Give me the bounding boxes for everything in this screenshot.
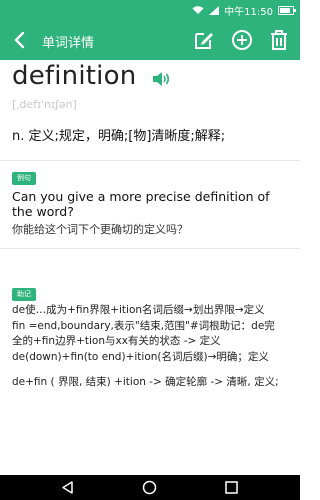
definition-text: n. 定义;规定，明确;[物]清晰度;解释;: [12, 129, 226, 144]
nav-recents-icon[interactable]: [224, 480, 239, 495]
divider: [0, 160, 300, 161]
mnemonic-line: 全的+fin边界+tion与xx有关的状态 -> 定义: [12, 335, 221, 347]
delete-icon[interactable]: [268, 29, 290, 51]
battery-icon: [278, 6, 296, 15]
status-bar: 中午11:50: [0, 0, 300, 20]
wifi-icon: [192, 6, 204, 14]
back-arrow-icon[interactable]: [10, 30, 30, 50]
mnemonic-line: de使…成为+fin界限+ition名词后缀→划出界限→定义: [12, 304, 265, 316]
mnemonic-line: de(down)+fin(to end)+ition(名词后缀)→明确；定义: [12, 350, 269, 363]
mnemonic-line: fin =end,boundary,表示"结束,范围"#词根助记：de完: [12, 319, 275, 332]
status-time: 中午11:50: [224, 7, 273, 18]
navigation-bar: [0, 475, 300, 500]
speaker-icon[interactable]: [152, 71, 170, 87]
example-english: Can you give a more precise definition o…: [12, 189, 270, 219]
add-icon[interactable]: [231, 29, 253, 51]
battery-level: [280, 8, 291, 13]
phonetic: [ˌdefɪˈnɪʃən]: [12, 98, 77, 111]
app-bar: 单词详情: [0, 20, 300, 60]
divider: [0, 248, 300, 249]
signal-icon: [209, 6, 220, 15]
mnemonic-line: de+fin ( 界限, 结束) +ition -> 确定轮廓 -> 清晰, 定…: [12, 376, 279, 388]
page-title: 单词详情: [42, 36, 95, 51]
mnemonic-notes: de使…成为+fin界限+ition名词后缀→划出界限→定义 fin =end,…: [12, 303, 294, 391]
example-chinese: 你能给这个词下个更确切的定义吗？: [12, 223, 188, 236]
nav-home-icon[interactable]: [142, 480, 157, 495]
example-tag: 例句: [12, 172, 36, 185]
mnemonic-tag: 助记: [12, 288, 36, 301]
edit-icon[interactable]: [193, 29, 215, 51]
nav-back-icon[interactable]: [60, 480, 75, 495]
word-title: definition: [12, 61, 137, 91]
status-icons: 中午11:50: [192, 3, 296, 18]
